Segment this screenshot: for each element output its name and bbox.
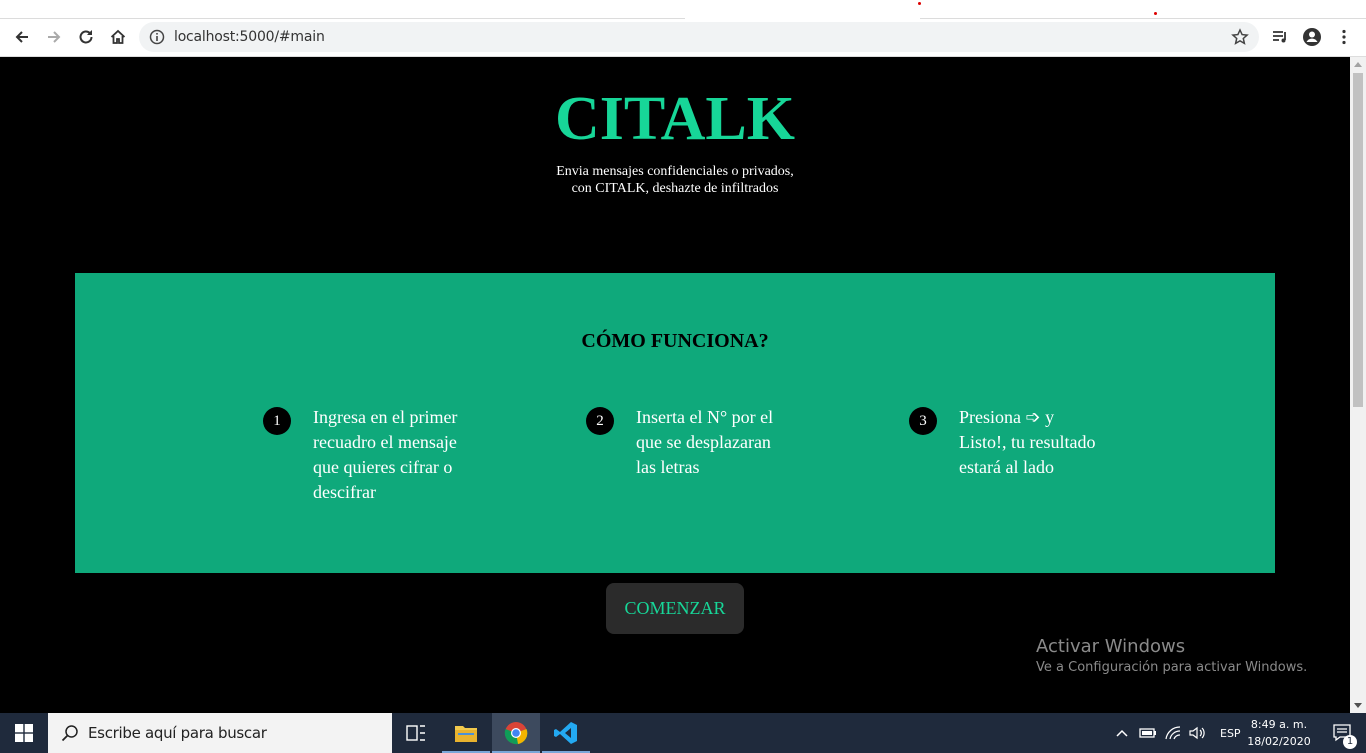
clock-time: 8:49 a. m. xyxy=(1250,718,1308,731)
start-button[interactable]: COMENZAR xyxy=(606,583,744,634)
media-controls-button[interactable] xyxy=(1266,23,1294,51)
browser-toolbar: localhost:5000/#main xyxy=(0,19,1366,57)
app-subtitle: Envia mensajes confidenciales o privados… xyxy=(0,163,1350,197)
chevron-up-icon[interactable] xyxy=(1114,725,1130,741)
arrow-right-icon xyxy=(48,31,61,43)
clock-date: 18/02/2020 xyxy=(1247,735,1311,748)
scroll-up-arrow-icon[interactable] xyxy=(1354,62,1362,67)
step-number-badge: 3 xyxy=(909,407,937,435)
chrome-icon xyxy=(504,722,528,745)
home-button[interactable] xyxy=(104,23,132,51)
address-bar[interactable]: localhost:5000/#main xyxy=(139,22,1259,52)
page-scrollbar[interactable] xyxy=(1350,57,1366,713)
notification-count-badge: 1 xyxy=(1343,735,1357,749)
search-placeholder[interactable]: Escribe aquí para buscar xyxy=(88,724,267,742)
windows-logo-icon xyxy=(15,724,33,742)
search-icon xyxy=(61,725,78,742)
scrollbar-thumb[interactable] xyxy=(1353,73,1363,407)
vscode-app[interactable] xyxy=(542,713,590,753)
tab-strip xyxy=(0,0,1366,19)
task-view-icon xyxy=(406,725,425,741)
back-button[interactable] xyxy=(8,23,36,51)
bookmark-star-icon[interactable] xyxy=(1231,28,1249,46)
playlist-icon xyxy=(1273,31,1286,43)
step-description: Inserta el N° por el que se desplazaran … xyxy=(636,405,773,480)
scroll-down-arrow-icon[interactable] xyxy=(1354,703,1362,708)
forward-button[interactable] xyxy=(40,23,68,51)
volume-icon[interactable] xyxy=(1188,725,1208,741)
step-text-line: Listo!, tu resultado xyxy=(959,432,1096,452)
chrome-app[interactable] xyxy=(492,713,540,753)
account-icon xyxy=(1303,28,1321,46)
activate-windows-watermark: Activar Windows Ve a Configuración para … xyxy=(1036,636,1307,677)
reload-button[interactable] xyxy=(72,23,100,51)
arrow-left-icon xyxy=(15,31,28,43)
step-description: Ingresa en el primer recuadro el mensaje… xyxy=(313,405,457,505)
subtitle-line: Envia mensajes confidenciales o privados… xyxy=(556,164,794,179)
step-text-line: Presiona ➩ y xyxy=(959,407,1055,427)
page-viewport: CITALK Envia mensajes confidenciales o p… xyxy=(0,57,1350,713)
folder-icon xyxy=(455,726,477,742)
action-center-button[interactable]: 1 xyxy=(1318,713,1366,753)
battery-icon[interactable] xyxy=(1138,725,1158,741)
app-title: CITALK xyxy=(554,85,795,153)
subtitle-line: con CITALK, deshazte de infiltrados xyxy=(571,181,779,196)
taskbar-search-box[interactable]: Escribe aquí para buscar xyxy=(48,713,392,753)
step-text-line: descifrar xyxy=(313,482,376,502)
menu-button[interactable] xyxy=(1330,23,1358,51)
file-explorer-app[interactable] xyxy=(442,713,490,753)
info-icon[interactable] xyxy=(149,29,165,45)
reload-icon xyxy=(79,30,93,44)
how-it-works-panel: CÓMO FUNCIONA? 1 Ingresa en el primer re… xyxy=(75,273,1275,573)
how-it-works-title: CÓMO FUNCIONA? xyxy=(581,330,769,352)
start-menu-button[interactable] xyxy=(0,713,48,753)
recording-dot xyxy=(918,2,921,5)
step-description: Presiona ➩ y Listo!, tu resultado estará… xyxy=(959,405,1095,480)
step-text-line: que se desplazaran xyxy=(636,432,771,452)
wifi-icon[interactable] xyxy=(1164,725,1184,741)
recording-dot xyxy=(1154,12,1157,15)
watermark-title: Activar Windows xyxy=(1036,636,1186,657)
task-view-button[interactable] xyxy=(392,713,440,753)
taskbar-clock[interactable]: 8:49 a. m. 18/02/2020 xyxy=(1240,716,1318,750)
vscode-icon xyxy=(554,722,577,744)
more-vert-icon xyxy=(1342,29,1346,45)
step-text-line: recuadro el mensaje xyxy=(313,432,457,452)
step-number-badge: 2 xyxy=(586,407,614,435)
language-indicator[interactable]: ESP xyxy=(1220,727,1241,740)
step-text-line: Ingresa en el primer xyxy=(313,407,458,427)
step-text-line: estará al lado xyxy=(959,457,1054,477)
step-text-line: Inserta el N° por el xyxy=(636,407,774,427)
home-icon xyxy=(110,29,126,44)
profile-button[interactable] xyxy=(1298,23,1326,51)
step-text-line: que quieres cifrar o xyxy=(313,457,453,477)
windows-taskbar: Escribe aquí para buscar ESP 8:49 a. m. … xyxy=(0,713,1366,753)
url-text[interactable]: localhost:5000/#main xyxy=(174,29,325,45)
step-text-line: las letras xyxy=(636,457,700,477)
watermark-subtitle: Ve a Configuración para activar Windows. xyxy=(1036,660,1308,675)
step-number-badge: 1 xyxy=(263,407,291,435)
system-tray: ESP xyxy=(1114,713,1241,753)
